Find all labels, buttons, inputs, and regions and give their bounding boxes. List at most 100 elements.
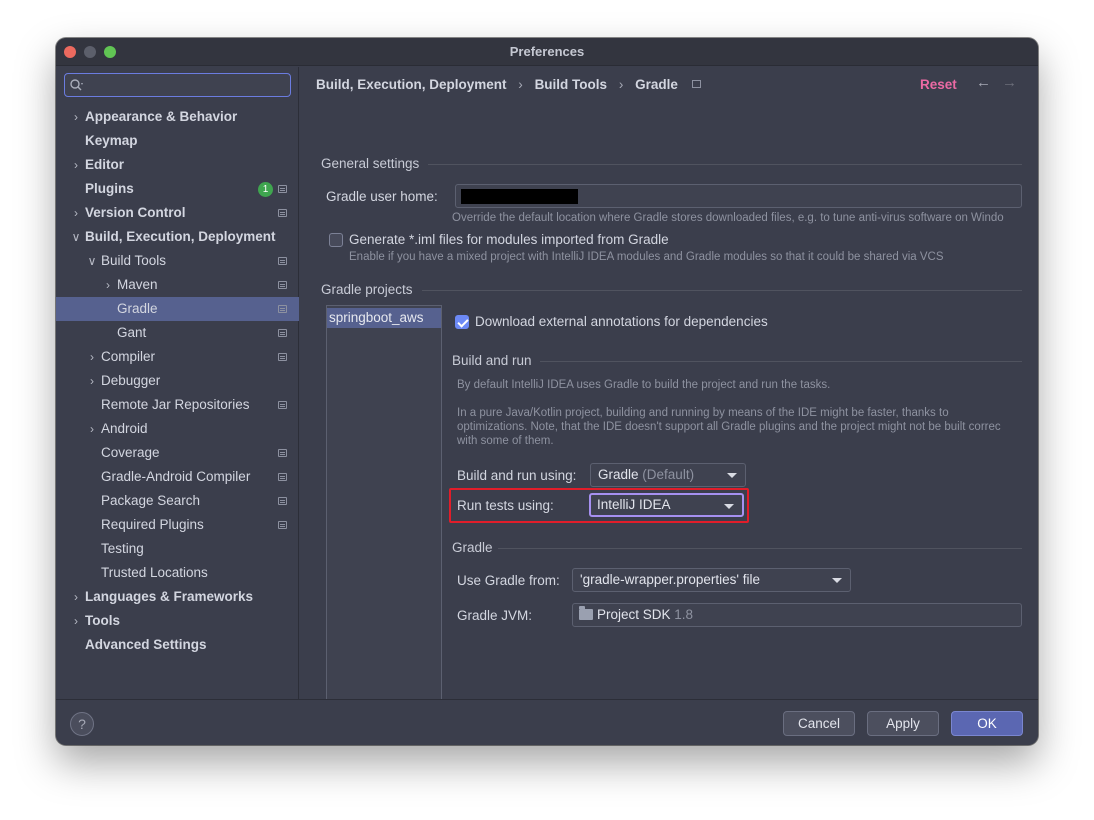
build-run-note-line: In a pure Java/Kotlin project, building …: [457, 407, 949, 419]
sidebar-item[interactable]: › Version Control: [56, 201, 299, 225]
generate-iml-checkbox[interactable]: [329, 233, 343, 247]
use-gradle-from-dropdown[interactable]: 'gradle-wrapper.properties' file: [572, 568, 851, 592]
sidebar-item[interactable]: › Appearance & Behavior: [56, 105, 299, 129]
chevron-down-icon: [832, 578, 842, 583]
project-item-springboot-aws[interactable]: springboot_aws: [327, 308, 441, 328]
sidebar-item-label: Required Plugins: [101, 517, 204, 532]
sidebar-item[interactable]: Testing: [56, 537, 299, 561]
sidebar-item[interactable]: Trusted Locations: [56, 561, 299, 585]
build-and-run-using-dropdown[interactable]: Gradle (Default): [590, 463, 746, 487]
sidebar-item-label: Editor: [85, 157, 124, 172]
sidebar-item-label: Tools: [85, 613, 120, 628]
build-run-note-line: with some of them.: [457, 435, 554, 447]
cancel-button[interactable]: Cancel: [783, 711, 855, 736]
gradle-user-home-label: Gradle user home:: [326, 189, 438, 204]
sidebar-item-label: Testing: [101, 541, 144, 556]
gradle-jvm-version: 1.8: [674, 607, 694, 622]
chevron-right-icon[interactable]: ›: [69, 201, 83, 225]
ok-button[interactable]: OK: [951, 711, 1023, 736]
forward-arrow-icon[interactable]: →: [1002, 74, 1017, 91]
sidebar-item[interactable]: Package Search: [56, 489, 299, 513]
project-settings-icon: [278, 329, 287, 337]
sidebar-item[interactable]: Gradle: [56, 297, 299, 321]
project-settings-icon: [278, 353, 287, 361]
project-settings-icon: [278, 401, 287, 409]
sidebar-item[interactable]: Required Plugins: [56, 513, 299, 537]
sidebar-item-label: Maven: [117, 277, 158, 292]
chevron-down-icon[interactable]: ∨: [85, 249, 99, 273]
project-settings-icon: [278, 449, 287, 457]
help-button[interactable]: ?: [70, 712, 94, 736]
chevron-right-icon[interactable]: ›: [69, 585, 83, 609]
gradle-heading: Gradle: [452, 540, 493, 555]
sidebar-item[interactable]: Coverage: [56, 441, 299, 465]
sidebar-item[interactable]: Plugins 1: [56, 177, 299, 201]
sidebar-item[interactable]: › Editor: [56, 153, 299, 177]
run-tests-using-value: IntelliJ IDEA: [597, 497, 671, 512]
project-settings-icon: [691, 80, 701, 88]
chevron-down-icon: [724, 504, 734, 509]
sidebar-item-label: Advanced Settings: [85, 637, 207, 652]
default-suffix: (Default): [642, 467, 695, 482]
use-gradle-from-label: Use Gradle from:: [457, 573, 560, 588]
run-tests-using-dropdown[interactable]: IntelliJ IDEA: [589, 493, 744, 517]
sidebar-item-label: Gradle: [117, 301, 158, 316]
build-run-note-line: optimizations. Note, that the IDE doesn'…: [457, 421, 1001, 433]
apply-button[interactable]: Apply: [867, 711, 939, 736]
search-input[interactable]: [64, 73, 291, 97]
gradle-jvm-dropdown[interactable]: Project SDK 1.8: [572, 603, 1022, 627]
sidebar-item[interactable]: ∨ Build Tools: [56, 249, 299, 273]
chevron-right-icon[interactable]: ›: [101, 273, 115, 297]
chevron-down-icon[interactable]: ∨: [69, 225, 83, 249]
build-and-run-using-label: Build and run using:: [457, 468, 577, 483]
download-annotations-checkbox[interactable]: [455, 315, 469, 329]
redacted-path: [461, 189, 578, 204]
sidebar-item-label: Debugger: [101, 373, 161, 388]
project-settings-icon: [278, 185, 287, 193]
title-bar: Preferences: [56, 38, 1038, 66]
project-settings-icon: [278, 473, 287, 481]
sidebar-item[interactable]: Keymap: [56, 129, 299, 153]
sidebar-item[interactable]: › Tools: [56, 609, 299, 633]
chevron-right-icon[interactable]: ›: [69, 105, 83, 129]
sidebar-item[interactable]: Remote Jar Repositories: [56, 393, 299, 417]
sidebar-item[interactable]: › Debugger: [56, 369, 299, 393]
divider: [422, 290, 1022, 291]
divider: [540, 361, 1022, 362]
gradle-user-home-field[interactable]: [455, 184, 1022, 208]
sidebar-item-label: Plugins: [85, 181, 134, 196]
reset-button[interactable]: Reset: [920, 77, 957, 92]
sidebar-item-label: Keymap: [85, 133, 138, 148]
sidebar-item-label: Version Control: [85, 205, 186, 220]
settings-sidebar: › Appearance & Behavior Keymap › Editor Plugi…: [56, 67, 299, 699]
breadcrumb-item[interactable]: Build, Execution, Deployment: [316, 77, 507, 92]
chevron-right-icon[interactable]: ›: [69, 609, 83, 633]
sidebar-item-label: Compiler: [101, 349, 156, 364]
divider: [498, 548, 1022, 549]
sidebar-item[interactable]: › Languages & Frameworks: [56, 585, 299, 609]
sidebar-item-label: Gant: [117, 325, 147, 340]
chevron-right-icon[interactable]: ›: [85, 345, 99, 369]
download-annotations-label: Download external annotations for depend…: [475, 314, 768, 329]
dialog-footer: ? Cancel Apply OK: [56, 699, 1038, 745]
sidebar-item-label: Android: [101, 421, 148, 436]
chevron-right-icon[interactable]: ›: [85, 417, 99, 441]
folder-icon: [579, 606, 593, 620]
sidebar-item[interactable]: Gant: [56, 321, 299, 345]
sidebar-item[interactable]: › Android: [56, 417, 299, 441]
chevron-right-icon[interactable]: ›: [85, 369, 99, 393]
generate-iml-hint: Enable if you have a mixed project with …: [349, 251, 944, 263]
sidebar-item[interactable]: ∨ Build, Execution, Deployment: [56, 225, 299, 249]
sidebar-item-label: Build Tools: [101, 253, 167, 268]
back-arrow-icon[interactable]: ←: [976, 74, 991, 91]
breadcrumb-item[interactable]: Build Tools: [535, 77, 608, 92]
sidebar-item[interactable]: Advanced Settings: [56, 633, 299, 657]
chevron-right-icon[interactable]: ›: [69, 153, 83, 177]
breadcrumb-separator: ›: [618, 77, 624, 92]
sidebar-item[interactable]: › Maven: [56, 273, 299, 297]
sidebar-item[interactable]: › Compiler: [56, 345, 299, 369]
project-settings-icon: [278, 521, 287, 529]
gradle-jvm-value: Project SDK: [597, 607, 671, 622]
sidebar-item[interactable]: Gradle-Android Compiler: [56, 465, 299, 489]
chevron-down-icon: [727, 473, 737, 478]
